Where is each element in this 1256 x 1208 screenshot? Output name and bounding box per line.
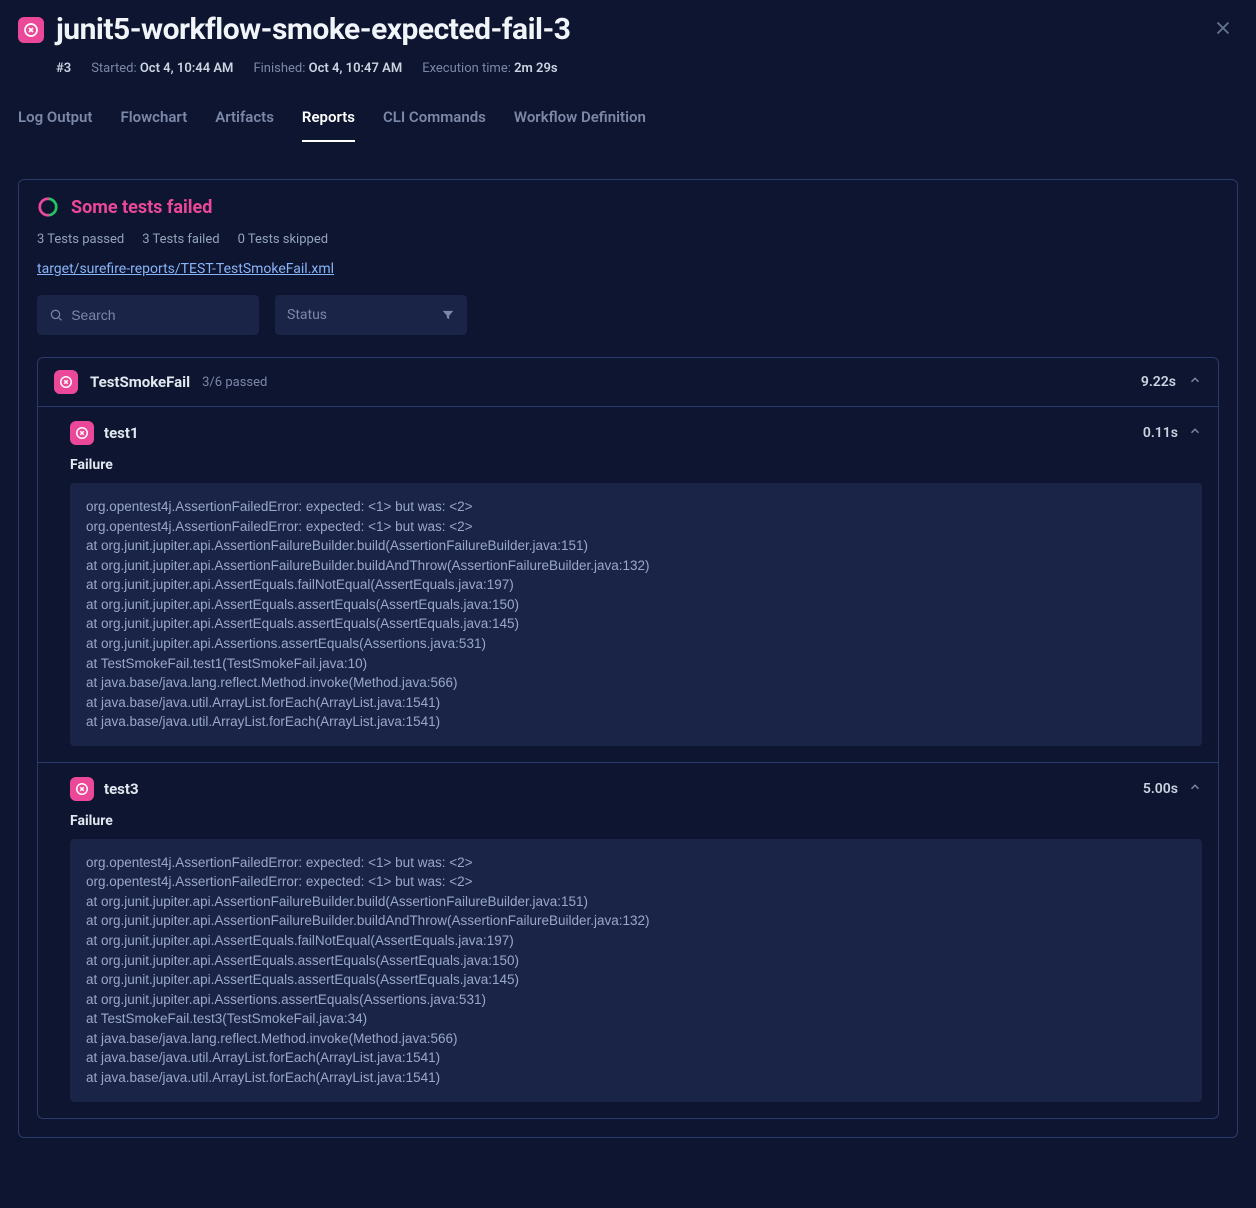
tab-log-output[interactable]: Log Output xyxy=(18,108,92,142)
stack-trace: org.opentest4j.AssertionFailedError: exp… xyxy=(70,839,1202,1102)
test-header[interactable]: test3 5.00s xyxy=(70,777,1202,801)
report-file-link[interactable]: target/surefire-reports/TEST-TestSmokeFa… xyxy=(37,261,334,277)
status-fail-icon xyxy=(70,421,94,445)
stat-passed: 3 Tests passed xyxy=(37,232,124,247)
stack-trace: org.opentest4j.AssertionFailedError: exp… xyxy=(70,483,1202,746)
tabs: Log Output Flowchart Artifacts Reports C… xyxy=(0,76,1256,143)
report-title: Some tests failed xyxy=(71,197,212,218)
report-panel: Some tests failed 3 Tests passed 3 Tests… xyxy=(18,179,1238,1138)
suite-time: 9.22s xyxy=(1141,374,1176,390)
status-fail-icon xyxy=(18,17,44,43)
run-number: #3 xyxy=(56,61,71,76)
suite-summary: 3/6 passed xyxy=(202,375,267,390)
tab-reports[interactable]: Reports xyxy=(302,108,355,142)
status-fail-icon xyxy=(54,370,78,394)
stat-skipped: 0 Tests skipped xyxy=(238,232,328,247)
search-icon xyxy=(49,307,63,323)
test-header[interactable]: test1 0.11s xyxy=(70,421,1202,445)
failure-label: Failure xyxy=(70,457,1202,473)
chevron-up-icon xyxy=(1188,780,1202,798)
suite-name: TestSmokeFail xyxy=(90,373,190,391)
test-time: 0.11s xyxy=(1143,425,1178,441)
test-suite: TestSmokeFail 3/6 passed 9.22s test1 0.1… xyxy=(37,357,1219,1119)
tab-artifacts[interactable]: Artifacts xyxy=(215,108,274,142)
close-button[interactable] xyxy=(1208,13,1238,47)
search-input[interactable] xyxy=(71,307,247,323)
tab-workflow-definition[interactable]: Workflow Definition xyxy=(514,108,646,142)
failure-label: Failure xyxy=(70,813,1202,829)
status-fail-icon xyxy=(70,777,94,801)
search-input-wrap[interactable] xyxy=(37,295,259,335)
spinner-icon xyxy=(37,196,59,218)
tab-flowchart[interactable]: Flowchart xyxy=(120,108,187,142)
status-filter-label: Status xyxy=(287,307,327,323)
status-filter[interactable]: Status xyxy=(275,295,467,335)
test-name: test1 xyxy=(104,424,139,442)
stat-failed: 3 Tests failed xyxy=(142,232,219,247)
test-name: test3 xyxy=(104,780,139,798)
page-title: junit5-workflow-smoke-expected-fail-3 xyxy=(56,12,1196,47)
filter-icon xyxy=(441,308,455,322)
test-row: test1 0.11s Failure org.opentest4j.Asser… xyxy=(38,406,1218,762)
chevron-up-icon xyxy=(1188,373,1202,391)
test-time: 5.00s xyxy=(1143,781,1178,797)
suite-header[interactable]: TestSmokeFail 3/6 passed 9.22s xyxy=(38,358,1218,406)
run-meta: #3 Started: Oct 4, 10:44 AM Finished: Oc… xyxy=(0,47,1256,76)
tab-cli-commands[interactable]: CLI Commands xyxy=(383,108,486,142)
test-row: test3 5.00s Failure org.opentest4j.Asser… xyxy=(38,762,1218,1118)
chevron-up-icon xyxy=(1188,424,1202,442)
